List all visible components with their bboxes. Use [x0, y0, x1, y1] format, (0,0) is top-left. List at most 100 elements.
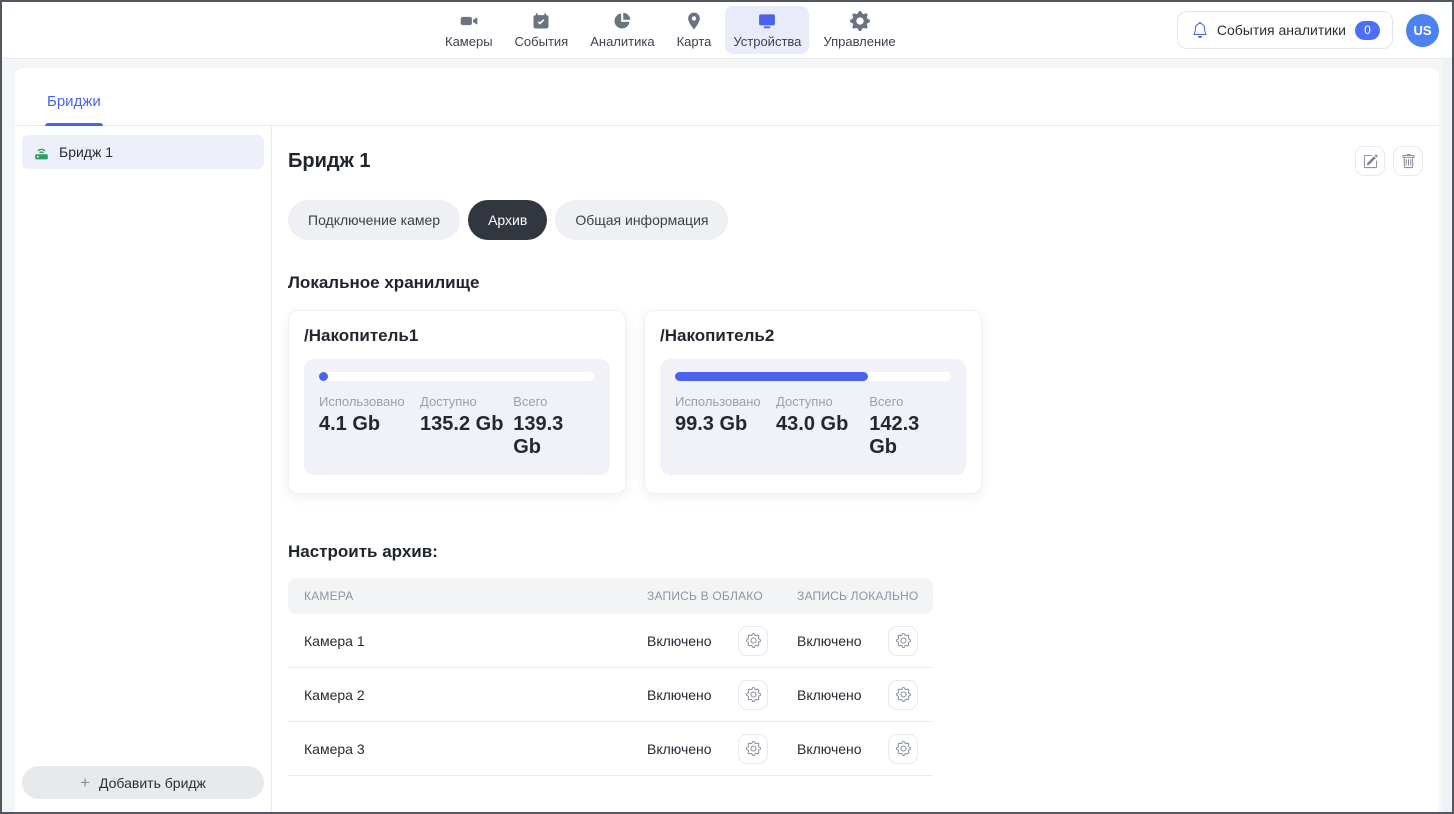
- bridge-tabs: Подключение камер Архив Общая информация: [288, 200, 1423, 240]
- cloud-recording-settings-button[interactable]: [738, 626, 768, 656]
- storage-progress-track: [675, 372, 951, 381]
- total-label: Всего: [869, 394, 951, 409]
- used-value: 4.1 Gb: [319, 413, 420, 436]
- camera-name: Камера 3: [288, 741, 647, 757]
- col-local-recording: ЗАПИСЬ ЛОКАЛЬНО: [797, 589, 933, 603]
- tab-archive[interactable]: Архив: [468, 200, 547, 240]
- title-actions: [1355, 146, 1423, 176]
- nav-label-management: Управление: [823, 34, 895, 49]
- local-recording-status: Включено: [797, 687, 862, 703]
- used-value: 99.3 Gb: [675, 413, 776, 436]
- camera-name: Камера 2: [288, 687, 647, 703]
- total-value: 142.3 Gb: [869, 413, 951, 459]
- drive-name: /Накопитель1: [304, 326, 610, 346]
- add-bridge-label: Добавить бридж: [99, 775, 206, 791]
- storage-progress-fill: [319, 372, 328, 381]
- archive-heading: Настроить архив:: [288, 542, 1423, 562]
- add-bridge-button[interactable]: + Добавить бридж: [22, 766, 264, 799]
- available-value: 43.0 Gb: [776, 413, 869, 436]
- col-camera: КАМЕРА: [288, 589, 647, 603]
- storage-progress-track: [319, 372, 595, 381]
- nav-label-cameras: Камеры: [445, 34, 493, 49]
- page-scrollbar[interactable]: [1443, 59, 1452, 812]
- gear-icon: [746, 687, 761, 702]
- storage-cards: /Накопитель1 Использовано 4.1 Gb Доступн…: [288, 310, 1423, 494]
- tab-general-info[interactable]: Общая информация: [555, 200, 728, 240]
- analytics-events-button[interactable]: События аналитики 0: [1177, 11, 1393, 49]
- monitor-icon: [757, 11, 777, 31]
- storage-card-1: /Накопитель1 Использовано 4.1 Gb Доступн…: [288, 310, 626, 494]
- gear-icon: [896, 687, 911, 702]
- local-recording-settings-button[interactable]: [888, 680, 918, 710]
- nav-item-cameras[interactable]: Камеры: [437, 6, 501, 54]
- camera-icon: [459, 11, 479, 31]
- tab-camera-connection[interactable]: Подключение камер: [288, 200, 460, 240]
- nav-item-analytics[interactable]: Аналитика: [582, 6, 662, 54]
- header-right: События аналитики 0 US: [1177, 11, 1439, 49]
- available-label: Доступно: [776, 394, 869, 409]
- cloud-recording-status: Включено: [647, 687, 712, 703]
- available-label: Доступно: [420, 394, 513, 409]
- cloud-recording-status: Включено: [647, 633, 712, 649]
- tab-bridges[interactable]: Бриджи: [45, 93, 103, 125]
- bridge-item-label: Бридж 1: [59, 144, 113, 160]
- drive-name: /Накопитель2: [660, 326, 966, 346]
- bridge-icon: [33, 144, 50, 161]
- nav-label-devices: Устройства: [733, 34, 801, 49]
- section-tabbar: Бриджи: [15, 68, 1439, 126]
- pie-chart-icon: [612, 11, 632, 31]
- nav-item-devices[interactable]: Устройства: [725, 6, 809, 54]
- camera-name: Камера 1: [288, 633, 647, 649]
- nav-item-management[interactable]: Управление: [815, 6, 903, 54]
- analytics-events-label: События аналитики: [1217, 22, 1346, 38]
- edit-icon: [1363, 154, 1378, 169]
- map-pin-icon: [684, 11, 704, 31]
- available-value: 135.2 Gb: [420, 413, 513, 436]
- user-avatar[interactable]: US: [1406, 14, 1439, 47]
- gear-icon: [896, 741, 911, 756]
- local-recording-status: Включено: [797, 633, 862, 649]
- main-panel: Бриджи Бридж 1 + Добавить бридж Бридж 1: [15, 68, 1439, 812]
- archive-table: КАМЕРА ЗАПИСЬ В ОБЛАКО ЗАПИСЬ ЛОКАЛЬНО К…: [288, 578, 933, 776]
- total-value: 139.3 Gb: [513, 413, 595, 459]
- page-title: Бридж 1: [288, 150, 370, 173]
- nav-item-events[interactable]: События: [507, 6, 577, 54]
- events-count-badge: 0: [1355, 21, 1380, 40]
- table-row-camera-3: Камера 3 Включено Включено: [288, 722, 933, 776]
- local-recording-settings-button[interactable]: [888, 626, 918, 656]
- gear-icon: [746, 633, 761, 648]
- nav-label-map: Карта: [677, 34, 712, 49]
- total-label: Всего: [513, 394, 595, 409]
- bridges-sidebar: Бридж 1 + Добавить бридж: [15, 126, 272, 812]
- delete-bridge-button[interactable]: [1393, 146, 1423, 176]
- cloud-recording-settings-button[interactable]: [738, 680, 768, 710]
- bridge-detail: Бридж 1 Подключение камер Архив Общая ин…: [272, 126, 1439, 812]
- used-label: Использовано: [319, 394, 420, 409]
- sidebar-item-bridge-1[interactable]: Бридж 1: [22, 135, 264, 169]
- app-header: Камеры События Аналитика Карта Устройств…: [2, 2, 1452, 59]
- bell-icon: [1192, 22, 1208, 38]
- gear-icon: [850, 11, 870, 31]
- trash-icon: [1401, 154, 1416, 169]
- archive-table-header: КАМЕРА ЗАПИСЬ В ОБЛАКО ЗАПИСЬ ЛОКАЛЬНО: [288, 578, 933, 614]
- used-label: Использовано: [675, 394, 776, 409]
- cloud-recording-settings-button[interactable]: [738, 734, 768, 764]
- nav-label-analytics: Аналитика: [590, 34, 654, 49]
- storage-card-2: /Накопитель2 Использовано 99.3 Gb Доступ…: [644, 310, 982, 494]
- local-recording-settings-button[interactable]: [888, 734, 918, 764]
- calendar-check-icon: [531, 11, 551, 31]
- nav-label-events: События: [515, 34, 569, 49]
- plus-icon: +: [80, 774, 90, 791]
- table-row-camera-1: Камера 1 Включено Включено: [288, 614, 933, 668]
- storage-heading: Локальное хранилище: [288, 273, 1423, 293]
- table-row-camera-2: Камера 2 Включено Включено: [288, 668, 933, 722]
- storage-progress-fill: [675, 372, 868, 381]
- main-nav: Камеры События Аналитика Карта Устройств…: [437, 2, 904, 58]
- gear-icon: [746, 741, 761, 756]
- local-recording-status: Включено: [797, 741, 862, 757]
- cloud-recording-status: Включено: [647, 741, 712, 757]
- gear-icon: [896, 633, 911, 648]
- panel-body: Бридж 1 + Добавить бридж Бридж 1: [15, 126, 1439, 812]
- nav-item-map[interactable]: Карта: [669, 6, 720, 54]
- edit-bridge-button[interactable]: [1355, 146, 1385, 176]
